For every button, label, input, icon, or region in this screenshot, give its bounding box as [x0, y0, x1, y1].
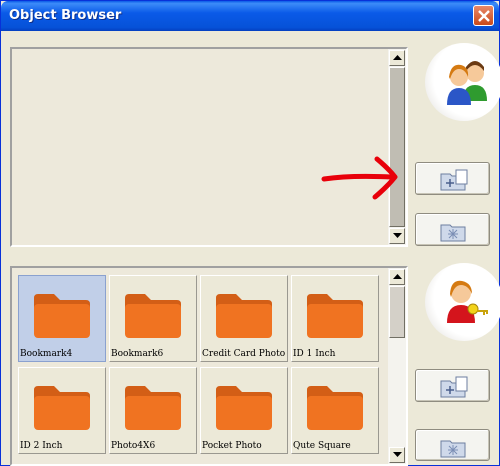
scroll-down-button[interactable]: [389, 228, 405, 244]
template-tile[interactable]: ID 2 Inch: [18, 367, 106, 454]
template-tile[interactable]: Qute Square: [291, 367, 379, 454]
up-arrow-icon: [393, 274, 402, 279]
folder-icon: [34, 294, 90, 338]
folder-icon: [216, 294, 272, 338]
template-tile[interactable]: Credit Card Photo: [200, 275, 288, 362]
template-tile[interactable]: Photo4X6: [109, 367, 197, 454]
template-label: Bookmark4: [20, 349, 73, 359]
template-label: Qute Square: [293, 441, 351, 451]
object-browser-window: Object Browser Bookmark4 Bookmark6 Credit …: [0, 0, 500, 466]
add-template-button[interactable]: [415, 369, 490, 402]
user-key-avatar: [425, 263, 500, 341]
folder-icon: [307, 386, 363, 430]
users-icon: [447, 61, 487, 105]
folder-icon: [34, 386, 90, 430]
remove-template-button[interactable]: [415, 429, 490, 461]
folder-icon: [216, 386, 272, 430]
templates-grid-area: Bookmark4 Bookmark6 Credit Card Photo ID 1 …: [12, 268, 388, 464]
remove-object-button[interactable]: [415, 213, 490, 246]
scroll-up-button[interactable]: [389, 269, 405, 285]
top-scrollbar[interactable]: [388, 49, 406, 245]
add-folder-icon: [440, 376, 468, 398]
red-arrow-icon: [321, 156, 398, 200]
template-label: ID 2 Inch: [20, 441, 63, 451]
add-folder-icon: [440, 169, 468, 191]
template-label: Credit Card Photo: [202, 349, 286, 359]
add-object-button[interactable]: [415, 162, 490, 195]
templates-panel[interactable]: Bookmark4 Bookmark6 Credit Card Photo ID 1 …: [10, 266, 408, 466]
template-label: Photo4X6: [111, 441, 156, 451]
scroll-thumb[interactable]: [389, 286, 405, 338]
scroll-thumb[interactable]: [389, 67, 405, 227]
close-button[interactable]: [473, 5, 494, 26]
template-tile[interactable]: Bookmark6: [109, 275, 197, 362]
close-icon: [478, 10, 490, 22]
window-title: Object Browser: [9, 8, 122, 23]
objects-list-panel[interactable]: [10, 47, 408, 247]
template-label: Bookmark6: [111, 349, 164, 359]
folder-icon: [125, 294, 181, 338]
scroll-up-button[interactable]: [389, 50, 405, 66]
up-arrow-icon: [393, 55, 402, 60]
folder-icon: [125, 386, 181, 430]
folder-icon: [307, 294, 363, 338]
scroll-down-button[interactable]: [389, 447, 405, 463]
objects-list-area[interactable]: [12, 49, 388, 245]
template-label: ID 1 Inch: [293, 349, 336, 359]
delete-folder-icon: [440, 224, 466, 242]
bottom-scrollbar[interactable]: [388, 268, 406, 464]
user-key-icon: [447, 280, 488, 323]
template-tile[interactable]: ID 1 Inch: [291, 275, 379, 362]
delete-folder-icon: [440, 440, 466, 458]
down-arrow-icon: [393, 452, 402, 457]
users-avatar: [425, 43, 500, 121]
template-tile[interactable]: Bookmark4: [18, 275, 106, 362]
template-tile[interactable]: Pocket Photo: [200, 367, 288, 454]
template-label: Pocket Photo: [202, 441, 262, 451]
down-arrow-icon: [393, 233, 402, 238]
title-bar[interactable]: Object Browser: [1, 1, 499, 31]
